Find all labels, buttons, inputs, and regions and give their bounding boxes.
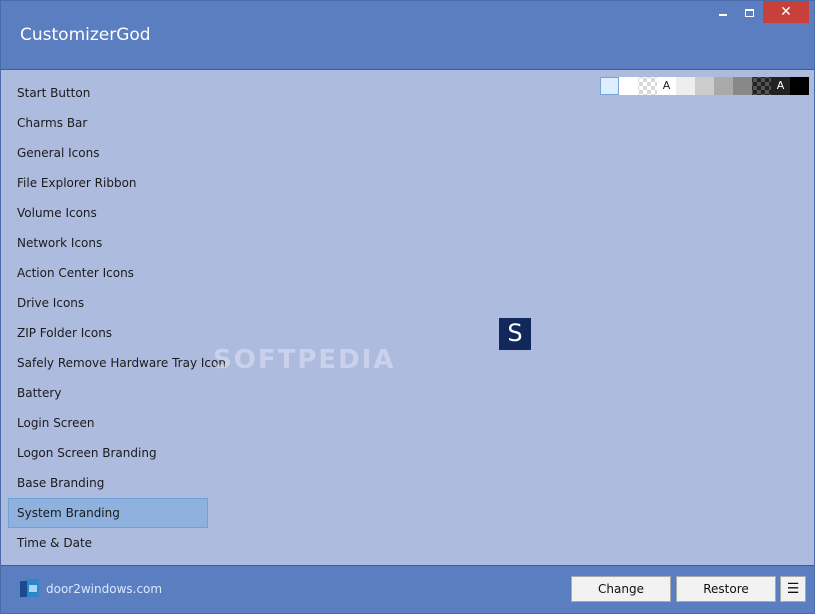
swatch-1[interactable] <box>619 77 638 95</box>
category-item-volume-icons[interactable]: Volume Icons <box>8 198 208 228</box>
app-window: CustomizerGod ✕ Start Button Charms Bar … <box>0 0 815 614</box>
app-title: CustomizerGod <box>20 25 151 45</box>
close-icon: ✕ <box>780 4 792 20</box>
watermark: SOFTPEDIA <box>213 345 396 375</box>
maximize-button[interactable] <box>736 1 762 23</box>
category-item-network-icons[interactable]: Network Icons <box>8 228 208 258</box>
swatch-4[interactable] <box>676 77 695 95</box>
door2windows-logo-icon <box>20 579 40 599</box>
swatch-2[interactable] <box>638 77 657 95</box>
category-item-zip-folder-icons[interactable]: ZIP Folder Icons <box>8 318 208 348</box>
category-item-system-branding[interactable]: System Branding <box>8 498 208 528</box>
footer-bar: door2windows.com Change Restore ☰ <box>1 566 814 613</box>
branding-logo-icon: S <box>507 319 523 347</box>
change-button[interactable]: Change <box>571 576 671 602</box>
menu-icon: ☰ <box>786 581 800 597</box>
swatch-3[interactable]: A <box>657 77 676 95</box>
maximize-icon <box>744 8 754 17</box>
title-bar: CustomizerGod ✕ <box>1 1 814 69</box>
category-item-time-date[interactable]: Time & Date <box>8 528 208 558</box>
category-item-battery[interactable]: Battery <box>8 378 208 408</box>
minimize-icon <box>719 13 727 16</box>
door2windows-link[interactable]: door2windows.com <box>20 579 162 599</box>
restore-button[interactable]: Restore <box>676 576 776 602</box>
category-item-file-explorer-ribbon[interactable]: File Explorer Ribbon <box>8 168 208 198</box>
menu-button[interactable]: ☰ <box>780 576 806 602</box>
category-item-charms-bar[interactable]: Charms Bar <box>8 108 208 138</box>
category-item-login-screen[interactable]: Login Screen <box>8 408 208 438</box>
category-item-logon-screen-branding[interactable]: Logon Screen Branding <box>8 438 208 468</box>
close-button[interactable]: ✕ <box>763 1 809 23</box>
category-list: Start Button Charms Bar General Icons Fi… <box>8 78 226 558</box>
brand-text: door2windows.com <box>46 582 163 596</box>
preview-image[interactable]: S <box>499 318 531 350</box>
swatch-8[interactable] <box>752 77 771 95</box>
category-item-safely-remove-hardware[interactable]: Safely Remove Hardware Tray Icon <box>8 348 226 378</box>
category-item-action-center-icons[interactable]: Action Center Icons <box>8 258 208 288</box>
swatch-5[interactable] <box>695 77 714 95</box>
header-divider <box>1 69 814 70</box>
category-item-base-branding[interactable]: Base Branding <box>8 468 208 498</box>
swatch-7[interactable] <box>733 77 752 95</box>
background-swatches: AA <box>600 77 809 95</box>
swatch-6[interactable] <box>714 77 733 95</box>
category-item-general-icons[interactable]: General Icons <box>8 138 208 168</box>
category-item-start-button[interactable]: Start Button <box>8 78 208 108</box>
swatch-10[interactable] <box>790 77 809 95</box>
swatch-0[interactable] <box>600 77 619 95</box>
minimize-button[interactable] <box>710 1 736 23</box>
swatch-9[interactable]: A <box>771 77 790 95</box>
category-item-drive-icons[interactable]: Drive Icons <box>8 288 208 318</box>
